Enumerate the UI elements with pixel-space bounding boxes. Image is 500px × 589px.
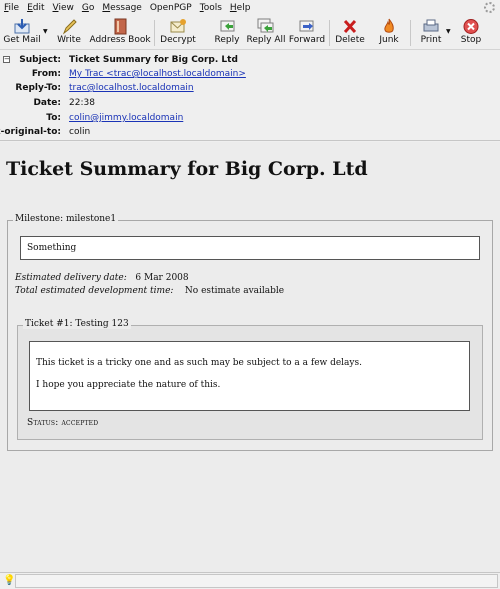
reply-icon (218, 18, 236, 35)
x-original-to-label: x-original-to: (0, 127, 61, 137)
date-value: 22:38 (69, 98, 95, 108)
printer-icon (422, 18, 440, 35)
throbber-icon (484, 2, 495, 13)
from-row: From: My Trac <trac@localhost.localdomai… (0, 67, 500, 81)
toolbar-separator (410, 20, 411, 46)
message-header-pane: − Subject: Ticket Summary for Big Corp. … (0, 51, 500, 141)
message-title: Ticket Summary for Big Corp. Ltd (6, 158, 368, 180)
to-row: To: colin@jimmy.localdomain (0, 111, 500, 125)
write-button[interactable]: Write (57, 18, 81, 48)
date-label: Date: (33, 98, 61, 108)
dev-time-value: No estimate available (184, 286, 285, 296)
subject-row: − Subject: Ticket Summary for Big Corp. … (0, 53, 500, 67)
print-dropdown-icon[interactable]: ▼ (446, 28, 451, 35)
status-bar: 💡 (0, 572, 500, 589)
reply-label: Reply (214, 35, 240, 45)
reply-all-label: Reply All (246, 35, 286, 45)
reply-all-icon (257, 18, 275, 35)
reply-button[interactable]: Reply (213, 18, 241, 48)
delivery-date-label: Estimated delivery date: (15, 273, 127, 283)
get-mail-icon (13, 18, 31, 35)
get-mail-dropdown-icon[interactable]: ▼ (43, 28, 48, 35)
junk-label: Junk (379, 35, 399, 45)
menu-go[interactable]: Go (82, 3, 95, 13)
address-book-label: Address Book (89, 35, 151, 45)
collapse-headers-icon[interactable]: − (3, 56, 10, 63)
print-label: Print (420, 35, 442, 45)
ticket-description-box: This ticket is a tricky one and as such … (29, 341, 470, 411)
milestone-description-box: Something (20, 236, 480, 260)
ticket-status: Status: accepted (27, 418, 99, 428)
from-label: From: (31, 69, 61, 79)
menu-bar: File Edit View Go Message OpenPGP Tools … (0, 0, 500, 16)
status-text-field (15, 574, 498, 588)
decrypt-label: Decrypt (160, 35, 196, 45)
stop-button[interactable]: Stop (459, 18, 483, 48)
menu-file[interactable]: File (4, 3, 19, 13)
menu-tools[interactable]: Tools (200, 3, 222, 13)
menu-help[interactable]: Help (230, 3, 251, 13)
get-mail-label: Get Mail (3, 35, 41, 45)
x-original-to-value: colin (69, 127, 91, 137)
to-link[interactable]: colin@jimmy.localdomain (69, 113, 183, 123)
ticket-legend: Ticket #1: Testing 123 (23, 319, 131, 329)
reply-to-link[interactable]: trac@localhost.localdomain (69, 83, 194, 93)
delete-x-icon (341, 18, 359, 35)
delivery-date-value: 6 Mar 2008 (135, 273, 189, 283)
decrypt-icon (169, 18, 187, 35)
reply-to-label: Reply-To: (15, 83, 61, 93)
subject-value: Ticket Summary for Big Corp. Ltd (69, 55, 238, 65)
junk-flame-icon (380, 18, 398, 35)
menu-openpgp[interactable]: OpenPGP (150, 3, 192, 13)
menu-view[interactable]: View (53, 3, 74, 13)
date-row: Date: 22:38 (0, 96, 500, 110)
lightbulb-icon: 💡 (3, 575, 16, 586)
toolbar-separator (154, 20, 155, 46)
milestone-legend: Milestone: milestone1 (13, 214, 119, 224)
dev-time-line: Total estimated development time: No est… (15, 286, 284, 296)
address-book-button[interactable]: Address Book (89, 18, 151, 48)
x-original-to-row: x-original-to: colin (0, 125, 500, 139)
delete-label: Delete (335, 35, 365, 45)
reply-all-button[interactable]: Reply All (247, 18, 285, 48)
toolbar: Get Mail ▼ Write Address Book Decrypt Re… (0, 16, 500, 50)
menu-edit[interactable]: Edit (27, 3, 44, 13)
from-link[interactable]: My Trac <trac@localhost.localdomain> (69, 69, 246, 79)
milestone-description: Something (27, 243, 77, 253)
get-mail-button[interactable]: Get Mail (3, 18, 41, 48)
ticket-paragraph: I hope you appreciate the nature of this… (36, 380, 221, 390)
forward-label: Forward (288, 35, 326, 45)
reply-to-row: Reply-To: trac@localhost.localdomain (0, 81, 500, 95)
write-label: Write (57, 35, 81, 45)
decrypt-button[interactable]: Decrypt (160, 18, 196, 48)
print-button[interactable]: Print (419, 18, 443, 48)
junk-button[interactable]: Junk (377, 18, 401, 48)
subject-label: Subject: (19, 55, 61, 65)
to-label: To: (46, 113, 61, 123)
delivery-date-line: Estimated delivery date: 6 Mar 2008 (15, 273, 189, 283)
message-body: Ticket Summary for Big Corp. Ltd Milesto… (0, 142, 500, 572)
stop-icon (462, 18, 480, 35)
stop-label: Stop (460, 35, 482, 45)
pencil-icon (60, 18, 78, 35)
ticket-paragraph: This ticket is a tricky one and as such … (36, 358, 362, 368)
delete-button[interactable]: Delete (335, 18, 365, 48)
address-book-icon (111, 18, 129, 35)
menu-message[interactable]: Message (102, 3, 141, 13)
toolbar-separator (329, 20, 330, 46)
forward-button[interactable]: Forward (288, 18, 326, 48)
forward-icon (298, 18, 316, 35)
dev-time-label: Total estimated development time: (15, 286, 174, 296)
